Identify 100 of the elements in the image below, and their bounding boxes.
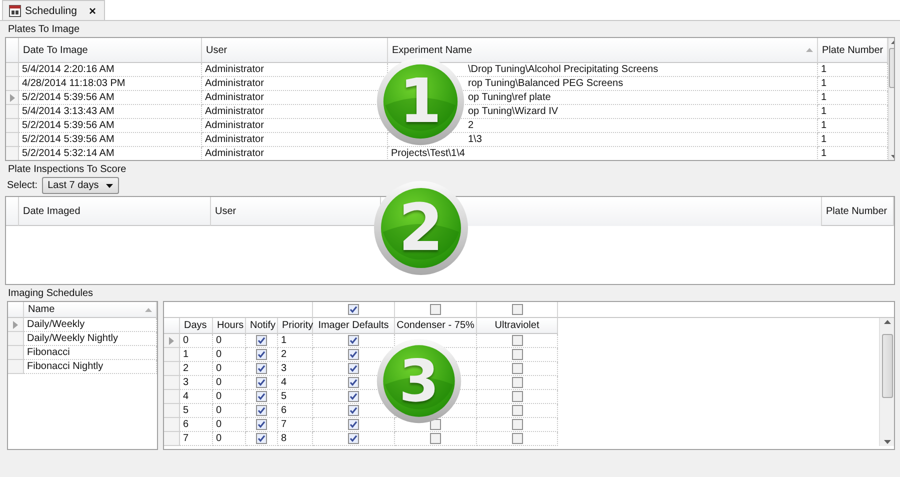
checkbox[interactable] — [512, 405, 522, 416]
column-header[interactable]: User — [202, 38, 388, 63]
range-dropdown[interactable]: Last 7 days — [42, 177, 119, 194]
checkbox[interactable] — [256, 391, 267, 402]
number-badge: 2 — [373, 180, 469, 276]
table-cell: 0 — [213, 404, 246, 418]
table-cell: 0 — [213, 348, 246, 362]
table-cell: 1 — [278, 334, 313, 348]
table-cell: Fibonacci Nightly — [24, 360, 157, 374]
checkbox[interactable] — [512, 349, 522, 360]
column-header[interactable]: Date To Image — [19, 38, 202, 63]
table-cell: 5/2/2014 5:32:14 AM — [19, 147, 202, 160]
group-title: Imaging Schedules — [7, 287, 94, 301]
table-cell: 5/4/2014 3:13:43 AM — [19, 105, 202, 119]
column-header[interactable]: Priority — [278, 318, 313, 334]
row-selector[interactable] — [6, 91, 19, 105]
table-cell: 2 — [278, 348, 313, 362]
close-button[interactable]: × — [88, 4, 96, 18]
calendar-icon — [9, 4, 21, 16]
group-title: Plates To Image — [7, 23, 81, 37]
table-cell: Projects\Test\1\4 — [388, 147, 818, 160]
scroll-down-icon[interactable] — [884, 440, 890, 444]
checkbox[interactable] — [256, 433, 267, 444]
table-cell: 2 — [180, 362, 213, 376]
checkbox[interactable] — [512, 433, 522, 444]
checkbox[interactable] — [256, 419, 267, 430]
checkbox[interactable] — [256, 377, 267, 388]
table-cell: 0 — [213, 376, 246, 390]
column-header[interactable]: Plate Number — [818, 38, 888, 63]
row-selector[interactable] — [8, 318, 24, 332]
column-header[interactable]: Imager Defaults — [313, 318, 395, 334]
header-corner — [8, 302, 24, 318]
checkbox[interactable] — [348, 363, 359, 374]
checkbox[interactable] — [430, 419, 441, 430]
table-cell: 1 — [180, 348, 213, 362]
row-pointer-icon — [13, 320, 18, 328]
checkbox[interactable] — [256, 349, 267, 360]
table-cell: 5 — [278, 390, 313, 404]
checkbox[interactable] — [348, 433, 359, 444]
table-cell: Administrator — [202, 133, 388, 147]
checkbox[interactable] — [512, 304, 522, 315]
column-header[interactable]: User — [210, 197, 381, 226]
table-cell: 0 — [180, 334, 213, 348]
table-cell: 4/28/2014 11:18:03 PM — [19, 77, 202, 91]
column-header[interactable]: Ultraviolet — [477, 318, 558, 334]
table-cell: 5/2/2014 5:39:56 AM — [19, 133, 202, 147]
column-header[interactable]: Days — [180, 318, 213, 334]
checkbox[interactable] — [256, 405, 267, 416]
column-header[interactable]: Plate Number — [821, 197, 894, 226]
column-header[interactable]: Condenser - 75% — [395, 318, 477, 334]
table-cell: 0 — [213, 432, 246, 446]
table-cell: 6 — [278, 404, 313, 418]
checkbox[interactable] — [512, 377, 522, 388]
column-header[interactable]: Name — [24, 302, 157, 318]
table-cell: 4 — [180, 390, 213, 404]
table-cell: 8 — [278, 432, 313, 446]
group-title: Plate Inspections To Score — [7, 163, 128, 177]
table-cell: 0 — [213, 390, 246, 404]
number-badge: 1 — [376, 57, 465, 146]
checkbox[interactable] — [430, 433, 441, 444]
checkbox[interactable] — [256, 363, 267, 374]
checkbox[interactable] — [348, 304, 359, 315]
row-selector[interactable] — [164, 334, 180, 348]
checkbox[interactable] — [512, 363, 522, 374]
column-header[interactable]: Notify — [246, 318, 278, 334]
column-header[interactable]: Hours — [213, 318, 246, 334]
table-cell: 5 — [180, 404, 213, 418]
checkbox[interactable] — [256, 335, 267, 346]
table-cell: Daily/Weekly Nightly — [24, 332, 157, 346]
checkbox[interactable] — [512, 419, 522, 430]
scrollbar[interactable] — [879, 318, 894, 446]
checkbox[interactable] — [430, 304, 441, 315]
table-cell: Fibonacci — [24, 346, 157, 360]
checkbox[interactable] — [348, 377, 359, 388]
table-cell: 7 — [180, 432, 213, 446]
checkbox[interactable] — [348, 349, 359, 360]
row-pointer-icon — [169, 336, 174, 344]
checkbox[interactable] — [348, 391, 359, 402]
table-cell: 6 — [180, 418, 213, 432]
table-cell: 3 — [278, 362, 313, 376]
select-label: Select: — [7, 180, 38, 191]
table-cell: Administrator — [202, 147, 388, 160]
checkbox[interactable] — [512, 335, 522, 346]
checkbox[interactable] — [348, 335, 359, 346]
table-cell: 5/2/2014 5:39:56 AM — [19, 119, 202, 133]
checkbox[interactable] — [348, 419, 359, 430]
scroll-up-icon[interactable] — [884, 320, 890, 324]
table-cell: 5/4/2014 2:20:16 AM — [19, 63, 202, 77]
table-cell: 0 — [213, 334, 246, 348]
header-corner — [164, 318, 180, 334]
table-cell: 3 — [180, 376, 213, 390]
number-badge: 3 — [376, 338, 462, 424]
caret-icon — [106, 184, 113, 188]
table-cell: 0 — [213, 362, 246, 376]
column-header[interactable]: Experiment Name — [388, 38, 818, 63]
checkbox[interactable] — [512, 391, 522, 402]
header-corner — [6, 38, 19, 63]
table-cell: 4 — [278, 376, 313, 390]
scheduling-tab[interactable]: Scheduling × — [2, 0, 105, 20]
checkbox[interactable] — [348, 405, 359, 416]
